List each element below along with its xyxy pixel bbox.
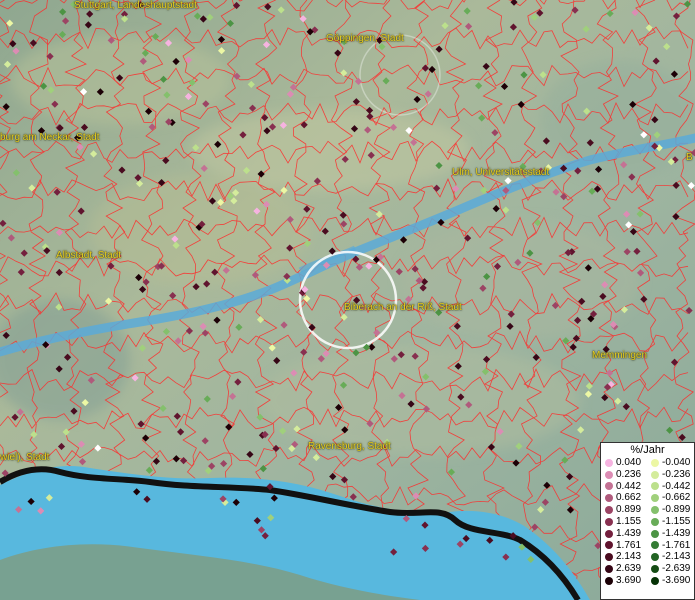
legend-value: 1.761 <box>616 539 642 551</box>
legend-entry-negative: -2.639 <box>647 563 693 575</box>
legend-entry-negative: -0.236 <box>647 469 693 481</box>
legend-row: 1.155 -1.155 <box>601 516 694 528</box>
legend-row: 1.761 -1.761 <box>601 540 694 552</box>
legend-value: -0.662 <box>662 492 691 504</box>
legend-swatch <box>605 529 613 538</box>
legend-entry-positive: 0.662 <box>601 492 647 504</box>
legend-entry-positive: 0.236 <box>601 469 647 481</box>
legend-entry-negative: -0.662 <box>647 492 693 504</box>
legend-row: 1.439 -1.439 <box>601 528 694 540</box>
city-label-goeppingen: Göppingen, Stadt <box>326 33 404 44</box>
legend-value: -1.155 <box>662 515 691 527</box>
legend-entry-negative: -0.040 <box>647 457 693 469</box>
legend-value: -3.690 <box>662 574 691 586</box>
legend-entry-negative: -0.442 <box>647 481 693 493</box>
legend-value: 0.040 <box>616 457 642 468</box>
legend-value: 2.143 <box>616 551 642 563</box>
legend-value: -2.639 <box>662 563 691 575</box>
map-canvas[interactable] <box>0 0 695 600</box>
legend-entry-negative: -1.439 <box>647 528 693 540</box>
legend-swatch <box>605 482 613 491</box>
legend-entry-positive: 0.899 <box>601 504 647 516</box>
city-label-biberach: Biberach an der Riß, Stadt <box>344 302 462 313</box>
legend-swatch <box>651 517 659 526</box>
legend-swatch <box>651 458 659 467</box>
legend-swatch <box>605 458 613 467</box>
city-label-memmingen: Memmingen <box>592 350 648 361</box>
legend-swatch <box>651 553 659 562</box>
legend-swatch <box>605 565 613 574</box>
legend-value: 1.439 <box>616 527 642 539</box>
legend-rows: 0.040 -0.040 0.236 -0.236 0.442 -0.442 0.662 -0… <box>601 457 694 587</box>
legend-row: 0.662 -0.662 <box>601 492 694 504</box>
legend-value: 0.899 <box>616 504 642 516</box>
legend-swatch <box>651 482 659 491</box>
legend-row: 0.236 -0.236 <box>601 469 694 481</box>
legend-swatch <box>605 494 613 503</box>
legend-entry-negative: -3.690 <box>647 575 693 587</box>
legend-row: 0.899 -0.899 <box>601 504 694 516</box>
legend-swatch <box>605 576 613 585</box>
city-label-ravensburg: Ravensburg, Stadt <box>308 441 391 452</box>
legend-value: -0.442 <box>662 480 691 492</box>
legend-swatch <box>651 494 659 503</box>
legend-row: 0.040 -0.040 <box>601 457 694 469</box>
legend-swatch <box>605 517 613 526</box>
legend-entry-positive: 1.439 <box>601 528 647 540</box>
legend-value: -2.143 <box>662 551 691 563</box>
legend-title: %/Jahr <box>630 444 665 456</box>
legend-entry-positive: 0.040 <box>601 457 647 469</box>
city-label-ulm: Ulm, Universitätsstadt <box>452 167 550 178</box>
legend-value: 0.662 <box>616 492 642 504</box>
legend-entry-positive: 1.155 <box>601 516 647 528</box>
legend-value: -1.761 <box>662 539 691 551</box>
legend-value: -1.439 <box>662 527 691 539</box>
legend-entry-positive: 3.690 <box>601 575 647 587</box>
legend-entry-positive: 0.442 <box>601 481 647 493</box>
legend-entry-positive: 2.143 <box>601 551 647 563</box>
legend-row: 2.143 -2.143 <box>601 551 694 563</box>
legend-swatch <box>605 553 613 562</box>
legend-swatch <box>605 506 613 515</box>
city-label-wiel: wiel), Stadt <box>0 452 50 463</box>
legend-entry-positive: 1.761 <box>601 540 647 552</box>
legend-row: 2.639 -2.639 <box>601 563 694 575</box>
legend-entry-negative: -1.761 <box>647 540 693 552</box>
legend-value: 3.690 <box>616 574 642 586</box>
city-label-albstadt: Albstadt, Stadt <box>56 250 122 261</box>
legend-entry-positive: 2.639 <box>601 563 647 575</box>
legend-value: 0.236 <box>616 468 642 480</box>
legend-value: 1.155 <box>616 515 642 527</box>
legend-entry-negative: -2.143 <box>647 551 693 563</box>
legend-swatch <box>651 506 659 515</box>
legend-value: -0.040 <box>662 457 691 468</box>
legend-value: -0.236 <box>662 468 691 480</box>
legend-value: 0.442 <box>616 480 642 492</box>
city-label-neckar: burg am Neckar, Stadt <box>0 132 100 143</box>
city-label-stuttgart: Stuttgart, Landeshauptstadt <box>74 0 197 11</box>
legend-row: 3.690 -3.690 <box>601 575 694 587</box>
legend-swatch <box>605 470 613 479</box>
legend-swatch <box>651 576 659 585</box>
legend-swatch <box>651 541 659 550</box>
legend-value: -0.899 <box>662 504 691 516</box>
legend: %/Jahr 0.040 -0.040 0.236 -0.236 0.442 -0.442… <box>600 442 695 600</box>
legend-row: 0.442 -0.442 <box>601 481 694 493</box>
legend-value: 2.639 <box>616 563 642 575</box>
legend-entry-negative: -1.155 <box>647 516 693 528</box>
legend-swatch <box>605 541 613 550</box>
legend-entry-negative: -0.899 <box>647 504 693 516</box>
legend-swatch <box>651 470 659 479</box>
city-label-edge-b: B <box>686 152 693 163</box>
legend-swatch <box>651 529 659 538</box>
legend-swatch <box>651 565 659 574</box>
